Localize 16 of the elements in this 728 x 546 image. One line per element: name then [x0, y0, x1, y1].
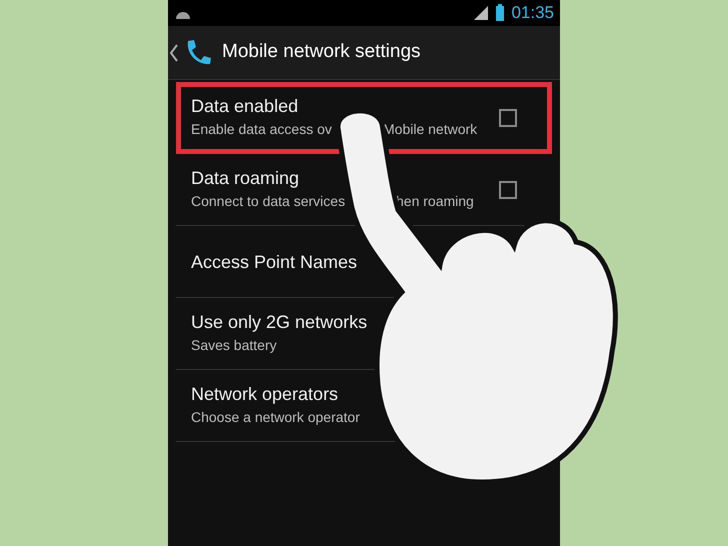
- screen-title: Mobile network settings: [222, 40, 421, 64]
- setting-summary: Choose a network operator: [191, 408, 360, 424]
- clock: 01:35: [511, 2, 554, 24]
- back-icon[interactable]: [170, 44, 178, 62]
- setting-summary: Saves battery: [191, 336, 277, 352]
- setting-title: Data roaming: [191, 166, 300, 190]
- battery-icon: [495, 4, 506, 22]
- setting-summary: Enable data access ov: [191, 121, 332, 137]
- setting-title: Access Point Names: [191, 250, 358, 274]
- checkbox[interactable]: [499, 109, 517, 127]
- checkbox[interactable]: [499, 180, 517, 198]
- setting-title: Use only 2G networks: [191, 310, 368, 334]
- setting-title: Network operators: [191, 382, 340, 406]
- setting-title: Data enabled: [191, 95, 300, 118]
- signal-icon: [473, 5, 490, 21]
- setting-summary: Connect to data services: [191, 192, 346, 208]
